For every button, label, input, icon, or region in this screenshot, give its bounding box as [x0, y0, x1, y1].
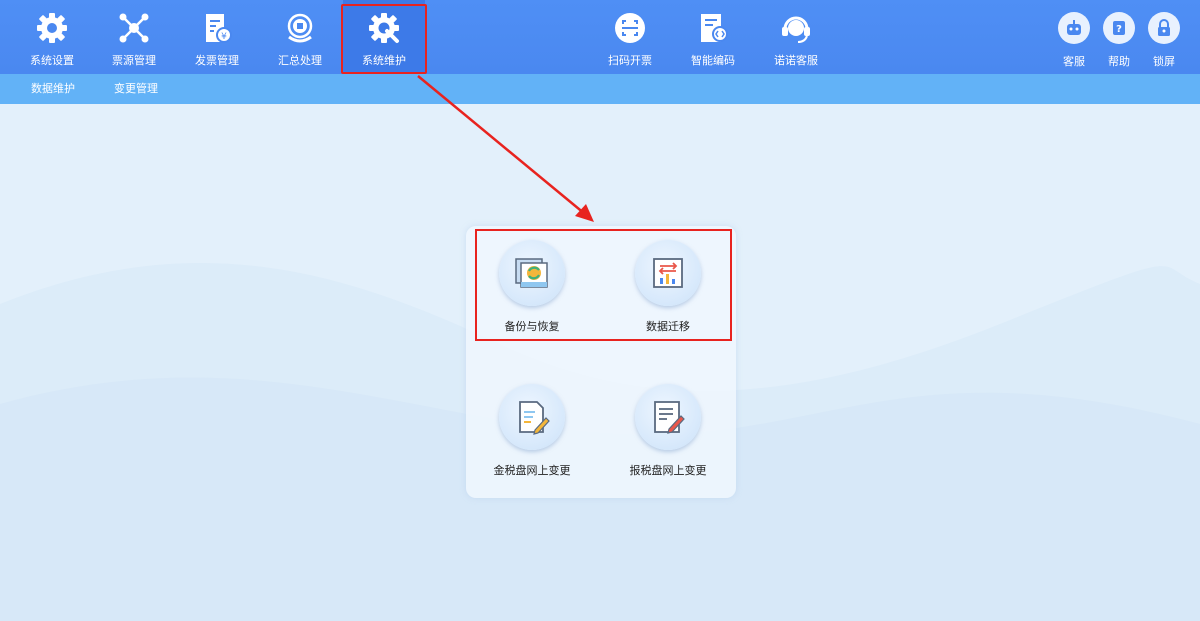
tiles-highlight-annotation: [475, 229, 732, 341]
top-nav-bar: 系统设置 票源管理 ¥ 发票管理 汇总处理 系统维护 扫码开票 智能编码 诺诺客…: [0, 0, 1200, 74]
utility-label: 帮助: [1108, 55, 1130, 68]
sub-nav-bar: 数据维护 变更管理: [0, 74, 1200, 104]
nav-item-smart-coding[interactable]: 智能编码: [672, 0, 754, 74]
invoice-icon: ¥: [199, 10, 235, 46]
sub-nav-change-management[interactable]: 变更管理: [114, 74, 158, 104]
nav-item-ticket-source[interactable]: 票源管理: [93, 0, 175, 74]
tile-label: 报税盘网上变更: [629, 464, 707, 477]
svg-text:¥: ¥: [221, 32, 227, 42]
nav-item-label: 发票管理: [195, 54, 239, 67]
gear-icon: [34, 10, 70, 46]
nav-item-label: 诺诺客服: [774, 54, 818, 67]
lock-icon: [1148, 12, 1180, 44]
utility-customer-service[interactable]: 客服: [1052, 0, 1096, 74]
robot-icon: [1058, 12, 1090, 44]
tax-summary-icon: [282, 10, 318, 46]
nav-item-summary-processing[interactable]: 汇总处理: [259, 0, 341, 74]
nav-item-nuonuo-service[interactable]: 诺诺客服: [755, 0, 837, 74]
nav-item-label: 智能编码: [691, 54, 735, 67]
nav-item-label: 票源管理: [112, 54, 156, 67]
headset-icon: [778, 10, 814, 46]
utility-label: 锁屏: [1153, 55, 1175, 68]
utility-label: 客服: [1063, 55, 1085, 68]
sub-nav-data-maintenance[interactable]: 数据维护: [31, 74, 75, 104]
form-edit-icon: [635, 384, 701, 450]
svg-text:?: ?: [1116, 24, 1122, 35]
document-edit-icon: [499, 384, 565, 450]
nav-item-scan-invoice[interactable]: 扫码开票: [589, 0, 671, 74]
utility-help[interactable]: ? 帮助: [1097, 0, 1141, 74]
nav-item-invoice-management[interactable]: ¥ 发票管理: [176, 0, 258, 74]
tile-tax-filing-disk-change[interactable]: 报税盘网上变更: [608, 384, 728, 484]
tile-golden-tax-disk-change[interactable]: 金税盘网上变更: [472, 384, 592, 484]
network-icon: [116, 10, 152, 46]
nav-item-label: 系统设置: [30, 54, 74, 67]
nav-item-label: 扫码开票: [608, 54, 652, 67]
scan-icon: [612, 10, 648, 46]
nav-item-label: 汇总处理: [278, 54, 322, 67]
tile-label: 金税盘网上变更: [493, 464, 571, 477]
help-icon: ?: [1103, 12, 1135, 44]
nav-highlight-annotation: [341, 4, 427, 74]
utility-lock-screen[interactable]: 锁屏: [1142, 0, 1186, 74]
nav-item-system-settings[interactable]: 系统设置: [11, 0, 93, 74]
smart-code-icon: [695, 10, 731, 46]
